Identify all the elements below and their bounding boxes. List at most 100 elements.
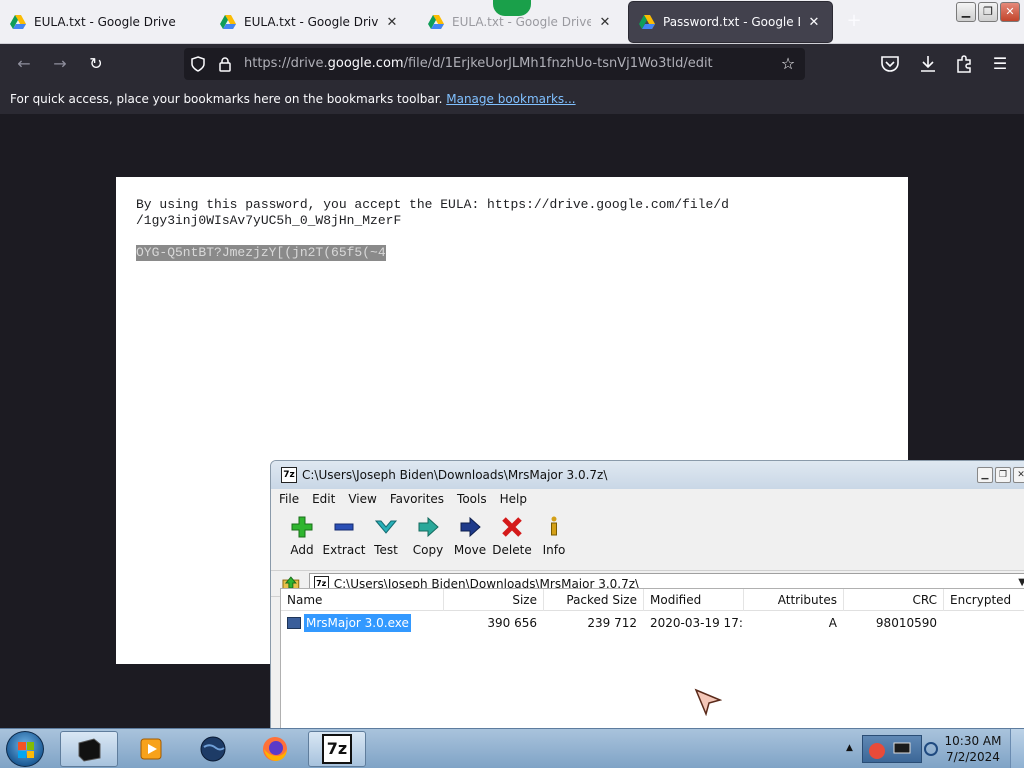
url-host: google.com xyxy=(327,56,404,71)
file-name[interactable]: MrsMajor 3.0.exe xyxy=(304,614,411,632)
extract-button[interactable]: Extract xyxy=(322,509,366,570)
sevenzip-minimize-button[interactable]: ▁ xyxy=(977,467,993,483)
column-encrypted[interactable]: Encrypted xyxy=(944,589,1024,611)
tab-eula-2[interactable]: EULA.txt - Google Drive ✕ xyxy=(210,2,410,42)
menu-tools[interactable]: Tools xyxy=(457,492,487,506)
tray-expand-icon[interactable]: ▲ xyxy=(846,743,853,753)
menu-favorites[interactable]: Favorites xyxy=(390,492,444,506)
tab-password[interactable]: Password.txt - Google Drive ✕ xyxy=(629,2,832,42)
taskbar-7zip[interactable]: 7z xyxy=(308,731,366,767)
file-list-header: Name Size Packed Size Modified Attribute… xyxy=(281,589,1024,611)
add-button[interactable]: Add xyxy=(281,509,323,570)
menu-edit[interactable]: Edit xyxy=(312,492,335,506)
info-icon xyxy=(551,516,557,536)
sevenzip-title: C:\Users\Joseph Biden\Downloads\MrsMajor… xyxy=(302,468,608,482)
sevenzip-titlebar[interactable]: 7z C:\Users\Joseph Biden\Downloads\MrsMa… xyxy=(271,461,1024,489)
move-arrow-icon xyxy=(460,516,481,538)
media-player-icon xyxy=(140,738,162,760)
windows-logo-icon xyxy=(18,742,34,758)
checkmark-icon xyxy=(374,520,398,534)
sevenzip-restore-button[interactable]: ❐ xyxy=(995,467,1011,483)
password-text-selected[interactable]: OYG-Q5ntBT?JmezjzY[(jn2T(65f5(~4 xyxy=(136,245,386,261)
menu-file[interactable]: File xyxy=(279,492,299,506)
volume-icon[interactable] xyxy=(924,741,938,757)
menu-view[interactable]: View xyxy=(348,492,376,506)
file-modified: 2020-03-19 17:37 xyxy=(650,616,743,630)
eula-line-1: By using this password, you accept the E… xyxy=(136,197,729,212)
move-label: Move xyxy=(453,543,487,557)
start-button[interactable] xyxy=(6,731,44,767)
firefox-icon xyxy=(263,737,287,761)
tracking-shield-icon[interactable] xyxy=(190,56,206,72)
reload-icon[interactable]: ↻ xyxy=(84,52,108,76)
google-drive-icon xyxy=(639,15,655,29)
menu-hamburger-icon[interactable]: ☰ xyxy=(988,52,1012,76)
menu-help[interactable]: Help xyxy=(500,492,527,506)
test-button[interactable]: Test xyxy=(365,509,407,570)
column-attributes[interactable]: Attributes xyxy=(744,589,844,611)
show-desktop-button[interactable] xyxy=(1010,729,1024,768)
pocket-icon[interactable] xyxy=(880,55,900,73)
mouse-cursor-icon xyxy=(694,688,722,716)
url-text[interactable]: https://drive.google.com/file/d/1ErjkeUo… xyxy=(244,56,713,71)
column-packed-size[interactable]: Packed Size xyxy=(544,589,644,611)
tray-icons[interactable] xyxy=(862,735,922,763)
column-crc[interactable]: CRC xyxy=(844,589,944,611)
extract-label: Extract xyxy=(322,543,366,557)
sevenzip-window-controls: ▁ ❐ ✕ xyxy=(977,467,1024,483)
clock-time: 10:30 AM xyxy=(944,734,1002,748)
windows-taskbar: 7z ▲ 10:30 AM 7/2/2024 xyxy=(0,728,1024,768)
tray-network-icon xyxy=(893,742,911,754)
close-window-button[interactable]: ✕ xyxy=(1000,2,1020,22)
extensions-icon[interactable] xyxy=(954,54,974,74)
close-tab-icon[interactable]: ✕ xyxy=(384,15,400,30)
sevenzip-close-button[interactable]: ✕ xyxy=(1013,467,1024,483)
taskbar-firefox[interactable] xyxy=(246,731,304,767)
taskbar-clock[interactable]: 10:30 AM 7/2/2024 xyxy=(940,733,1006,765)
system-tray: ▲ xyxy=(842,729,942,768)
lock-icon[interactable] xyxy=(218,56,232,72)
table-row[interactable]: MrsMajor 3.0.exe 390 656 239 712 2020-03… xyxy=(281,612,1024,634)
copy-button[interactable]: Copy xyxy=(407,509,449,570)
sevenzip-menubar: File Edit View Favorites Tools Help xyxy=(271,489,1024,509)
file-attributes: A xyxy=(828,616,837,630)
new-tab-button[interactable]: + xyxy=(842,9,866,33)
address-bar[interactable]: https://drive.google.com/file/d/1ErjkeUo… xyxy=(184,48,805,80)
forward-arrow-icon[interactable]: → xyxy=(48,52,72,76)
restore-button[interactable]: ❐ xyxy=(978,2,998,22)
delete-button[interactable]: Delete xyxy=(491,509,533,570)
bookmark-star-icon[interactable]: ☆ xyxy=(777,53,799,75)
info-label: Info xyxy=(542,543,566,557)
sevenzip-window: 7z C:\Users\Joseph Biden\Downloads\MrsMa… xyxy=(270,460,1024,730)
taskbar-globe[interactable] xyxy=(184,731,242,767)
minimize-button[interactable]: ▁ xyxy=(956,2,976,22)
close-tab-icon[interactable]: ✕ xyxy=(597,15,613,30)
bookmarks-toolbar: For quick access, place your bookmarks h… xyxy=(0,84,1024,114)
tab-title: Password.txt - Google Drive xyxy=(663,15,800,29)
google-drive-icon xyxy=(10,15,26,29)
taskbar-file-manager[interactable] xyxy=(60,731,118,767)
delete-label: Delete xyxy=(492,543,532,557)
file-name-cell[interactable]: MrsMajor 3.0.exe xyxy=(281,612,444,634)
column-name[interactable]: Name xyxy=(281,589,444,611)
info-button[interactable]: Info xyxy=(533,509,575,570)
file-crc: 98010590 xyxy=(875,616,937,630)
tab-title: EULA.txt - Google Drive xyxy=(34,15,176,29)
tab-eula-1[interactable]: EULA.txt - Google Drive xyxy=(0,2,200,42)
url-path: /file/d/1ErjkeUorJLMh1fnzhUo-tsnVj1Wo3tl… xyxy=(403,56,713,71)
tab-title: EULA.txt - Google Drive xyxy=(452,15,591,29)
delete-x-icon xyxy=(502,517,522,537)
exe-file-icon xyxy=(287,617,301,629)
navigation-toolbar: ← → ↻ https://drive.google.com/file/d/1E… xyxy=(0,44,1024,84)
downloads-icon[interactable] xyxy=(918,54,938,74)
window-controls: ▁ ❐ ✕ xyxy=(956,2,1020,22)
back-arrow-icon[interactable]: ← xyxy=(12,52,36,76)
column-size[interactable]: Size xyxy=(444,589,544,611)
taskbar-media-player[interactable] xyxy=(122,731,180,767)
file-packed-size: 239 712 xyxy=(587,616,637,630)
close-tab-icon[interactable]: ✕ xyxy=(806,15,822,30)
move-button[interactable]: Move xyxy=(449,509,491,570)
chevron-down-icon[interactable]: ▼ xyxy=(1018,577,1024,588)
manage-bookmarks-link[interactable]: Manage bookmarks... xyxy=(446,92,575,106)
column-modified[interactable]: Modified xyxy=(644,589,744,611)
